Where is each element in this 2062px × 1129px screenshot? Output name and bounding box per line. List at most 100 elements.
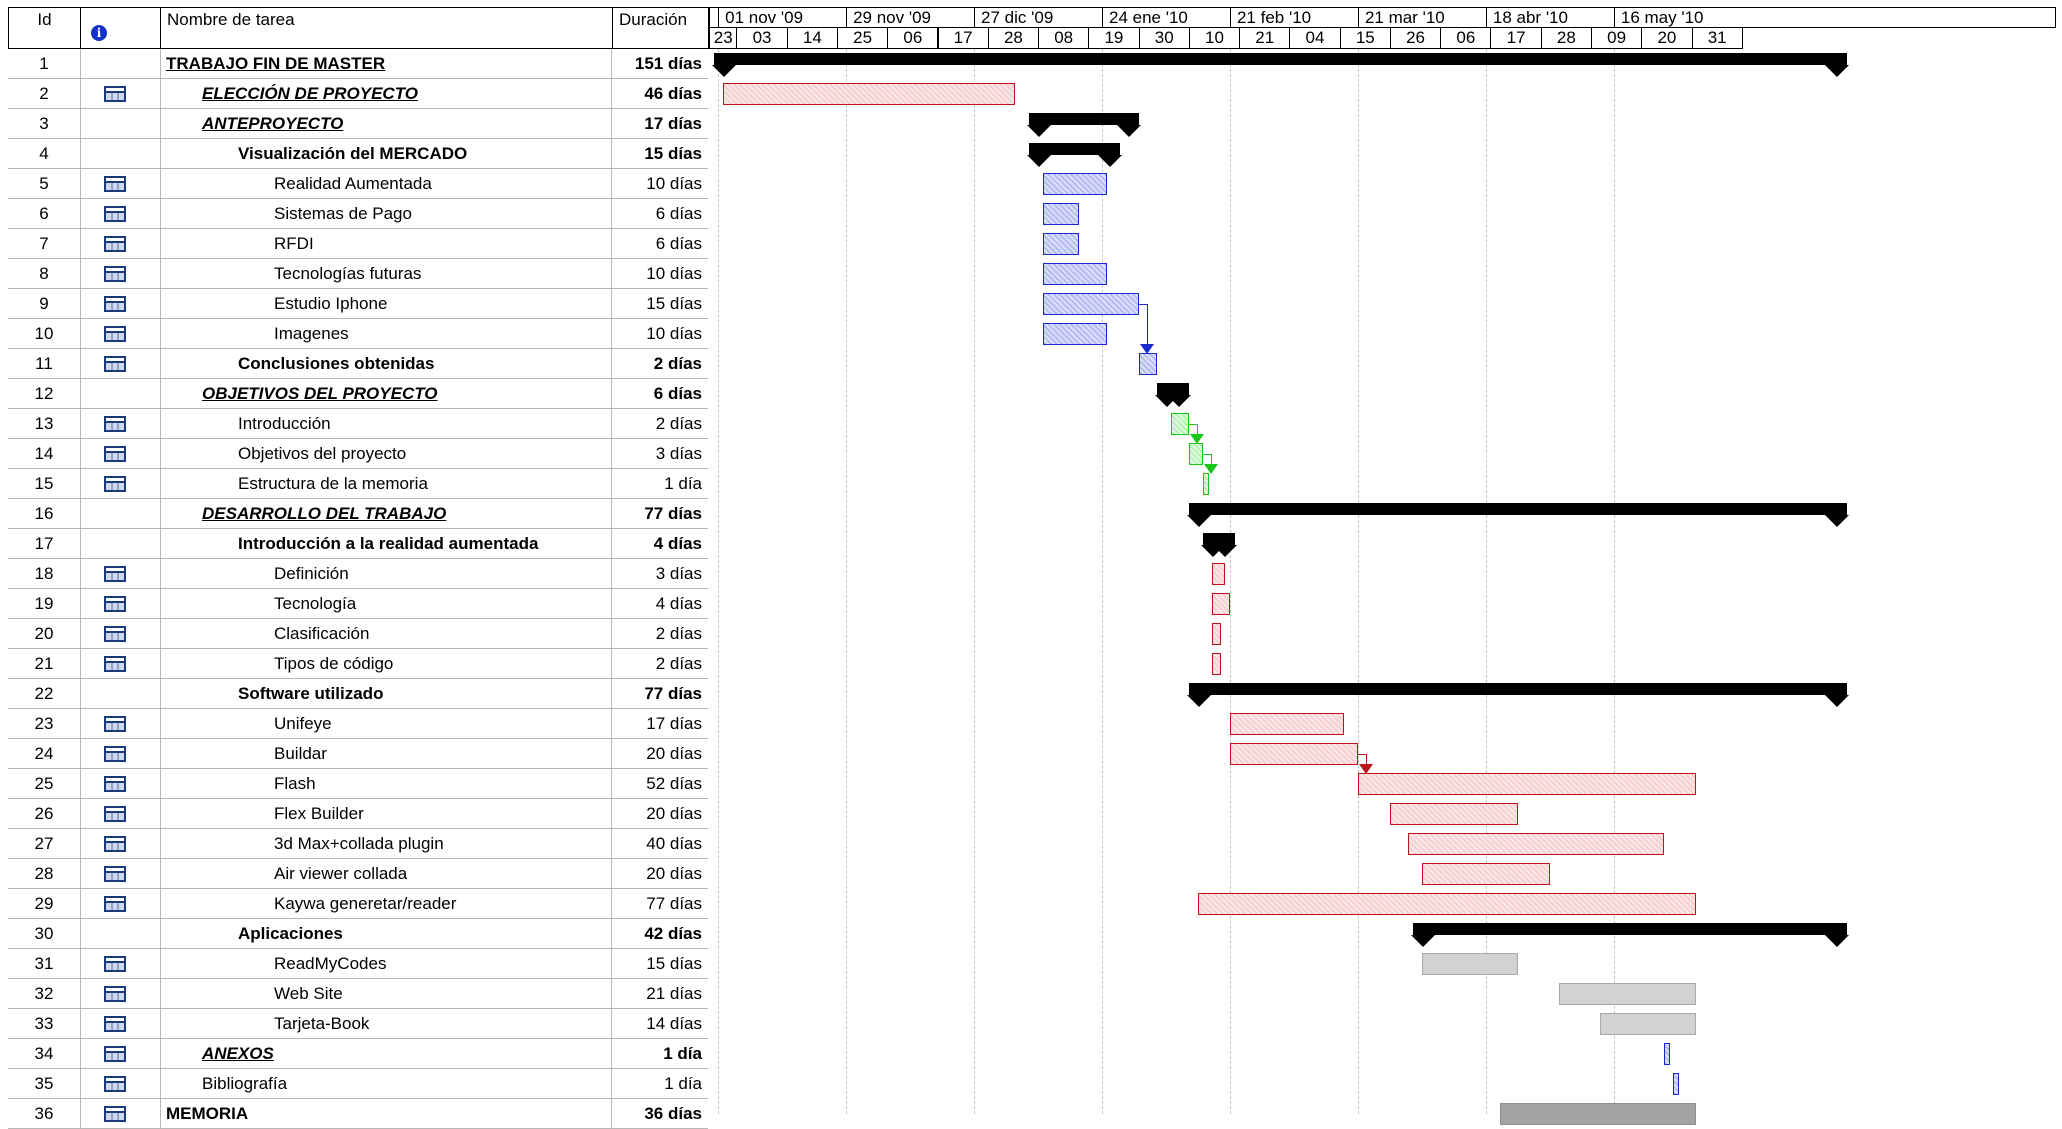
- task-name[interactable]: ANEXOS: [160, 1039, 612, 1068]
- task-name[interactable]: Tecnologías futuras: [160, 259, 612, 288]
- task-name[interactable]: Unifeye: [160, 709, 612, 738]
- task-name[interactable]: Tarjeta-Book: [160, 1009, 612, 1038]
- task-bar[interactable]: [1042, 173, 1107, 195]
- task-bar[interactable]: [1559, 983, 1697, 1005]
- summary-bar[interactable]: [1026, 143, 1123, 167]
- task-bar[interactable]: [1170, 413, 1189, 435]
- task-name[interactable]: Definición: [160, 559, 612, 588]
- task-row[interactable]: 6 Sistemas de Pago 6 días: [8, 199, 708, 229]
- column-header-id[interactable]: Id: [8, 7, 81, 49]
- task-name[interactable]: Web Site: [160, 979, 612, 1008]
- task-row[interactable]: 4 Visualización del MERCADO 15 días: [8, 139, 708, 169]
- task-bar[interactable]: [1042, 293, 1139, 315]
- task-bar[interactable]: [1229, 713, 1345, 735]
- task-row[interactable]: 18 Definición 3 días: [8, 559, 708, 589]
- task-name[interactable]: TRABAJO FIN DE MASTER: [160, 49, 612, 78]
- summary-bar[interactable]: [1154, 383, 1191, 407]
- task-bar[interactable]: [1188, 443, 1203, 465]
- task-name[interactable]: Objetivos del proyecto: [160, 439, 612, 468]
- task-name[interactable]: Imagenes: [160, 319, 612, 348]
- task-name[interactable]: Clasificación: [160, 619, 612, 648]
- task-name[interactable]: Estructura de la memoria: [160, 469, 612, 498]
- task-row[interactable]: 17 Introducción a la realidad aumentada 4 …: [8, 529, 708, 559]
- task-bar[interactable]: [1211, 623, 1221, 645]
- task-name[interactable]: OBJETIVOS DEL PROYECTO: [160, 379, 612, 408]
- task-name[interactable]: Conclusiones obtenidas: [160, 349, 612, 378]
- task-name[interactable]: Visualización del MERCADO: [160, 139, 612, 168]
- task-bar[interactable]: [1042, 233, 1080, 255]
- task-row[interactable]: 36 MEMORIA 36 días: [8, 1099, 708, 1129]
- task-bar[interactable]: [1197, 893, 1697, 915]
- task-name[interactable]: Tipos de código: [160, 649, 612, 678]
- task-bar[interactable]: [722, 83, 1016, 105]
- task-row[interactable]: 21 Tipos de código 2 días: [8, 649, 708, 679]
- summary-bar[interactable]: [1200, 533, 1237, 557]
- task-name[interactable]: Software utilizado: [160, 679, 612, 708]
- task-row[interactable]: 11 Conclusiones obtenidas 2 días: [8, 349, 708, 379]
- task-name[interactable]: Flex Builder: [160, 799, 612, 828]
- task-row[interactable]: 20 Clasificación 2 días: [8, 619, 708, 649]
- task-name[interactable]: Buildar: [160, 739, 612, 768]
- task-bar[interactable]: [1202, 473, 1209, 495]
- task-name[interactable]: Introducción: [160, 409, 612, 438]
- column-header-name[interactable]: Nombre de tarea: [160, 7, 613, 49]
- task-row[interactable]: 10 Imagenes 10 días: [8, 319, 708, 349]
- task-row[interactable]: 9 Estudio Iphone 15 días: [8, 289, 708, 319]
- task-name[interactable]: 3d Max+collada plugin: [160, 829, 612, 858]
- task-row[interactable]: 23 Unifeye 17 días: [8, 709, 708, 739]
- task-row[interactable]: 19 Tecnología 4 días: [8, 589, 708, 619]
- task-bar[interactable]: [1673, 1073, 1680, 1095]
- task-row[interactable]: 15 Estructura de la memoria 1 día: [8, 469, 708, 499]
- task-row[interactable]: 12 OBJETIVOS DEL PROYECTO 6 días: [8, 379, 708, 409]
- task-bar[interactable]: [1421, 863, 1550, 885]
- task-row[interactable]: 26 Flex Builder 20 días: [8, 799, 708, 829]
- task-name[interactable]: Introducción a la realidad aumentada: [160, 529, 612, 558]
- task-row[interactable]: 33 Tarjeta-Book 14 días: [8, 1009, 708, 1039]
- summary-bar[interactable]: [1186, 683, 1850, 707]
- task-row[interactable]: 28 Air viewer collada 20 días: [8, 859, 708, 889]
- task-row[interactable]: 16 DESARROLLO DEL TRABAJO 77 días: [8, 499, 708, 529]
- task-bar[interactable]: [1229, 743, 1358, 765]
- task-bar[interactable]: [1042, 203, 1080, 225]
- task-bar[interactable]: [1357, 773, 1697, 795]
- task-bar[interactable]: [1138, 353, 1157, 375]
- task-row[interactable]: 7 RFDI 6 días: [8, 229, 708, 259]
- task-row[interactable]: 22 Software utilizado 77 días: [8, 679, 708, 709]
- task-name[interactable]: DESARROLLO DEL TRABAJO: [160, 499, 612, 528]
- task-bar[interactable]: [1211, 593, 1230, 615]
- task-bar[interactable]: [1211, 653, 1221, 675]
- summary-bar[interactable]: [711, 53, 1850, 77]
- task-row[interactable]: 2 ELECCIÓN DE PROYECTO 46 días: [8, 79, 708, 109]
- task-bar[interactable]: [1389, 803, 1518, 825]
- task-name[interactable]: Bibliografía: [160, 1069, 612, 1098]
- task-bar[interactable]: [1664, 1043, 1671, 1065]
- task-row[interactable]: 27 3d Max+collada plugin 40 días: [8, 829, 708, 859]
- task-name[interactable]: Tecnología: [160, 589, 612, 618]
- task-row[interactable]: 8 Tecnologías futuras 10 días: [8, 259, 708, 289]
- task-row[interactable]: 25 Flash 52 días: [8, 769, 708, 799]
- task-row[interactable]: 30 Aplicaciones 42 días: [8, 919, 708, 949]
- task-row[interactable]: 32 Web Site 21 días: [8, 979, 708, 1009]
- column-header-duration[interactable]: Duración: [612, 7, 709, 49]
- task-row[interactable]: 24 Buildar 20 días: [8, 739, 708, 769]
- task-bar[interactable]: [1499, 1103, 1697, 1125]
- task-row[interactable]: 29 Kaywa generetar/reader 77 días: [8, 889, 708, 919]
- task-row[interactable]: 3 ANTEPROYECTO 17 días: [8, 109, 708, 139]
- task-name[interactable]: ELECCIÓN DE PROYECTO: [160, 79, 612, 108]
- task-name[interactable]: Realidad Aumentada: [160, 169, 612, 198]
- summary-bar[interactable]: [1026, 113, 1141, 137]
- task-row[interactable]: 13 Introducción 2 días: [8, 409, 708, 439]
- task-row[interactable]: 1 TRABAJO FIN DE MASTER 151 días: [8, 49, 708, 79]
- task-bar[interactable]: [1600, 1013, 1697, 1035]
- task-name[interactable]: Air viewer collada: [160, 859, 612, 888]
- task-row[interactable]: 31 ReadMyCodes 15 días: [8, 949, 708, 979]
- summary-bar[interactable]: [1410, 923, 1850, 947]
- task-name[interactable]: Flash: [160, 769, 612, 798]
- task-bar[interactable]: [1211, 563, 1226, 585]
- task-name[interactable]: Estudio Iphone: [160, 289, 612, 318]
- task-name[interactable]: Aplicaciones: [160, 919, 612, 948]
- task-name[interactable]: Sistemas de Pago: [160, 199, 612, 228]
- task-name[interactable]: Kaywa generetar/reader: [160, 889, 612, 918]
- task-name[interactable]: RFDI: [160, 229, 612, 258]
- task-row[interactable]: 5 Realidad Aumentada 10 días: [8, 169, 708, 199]
